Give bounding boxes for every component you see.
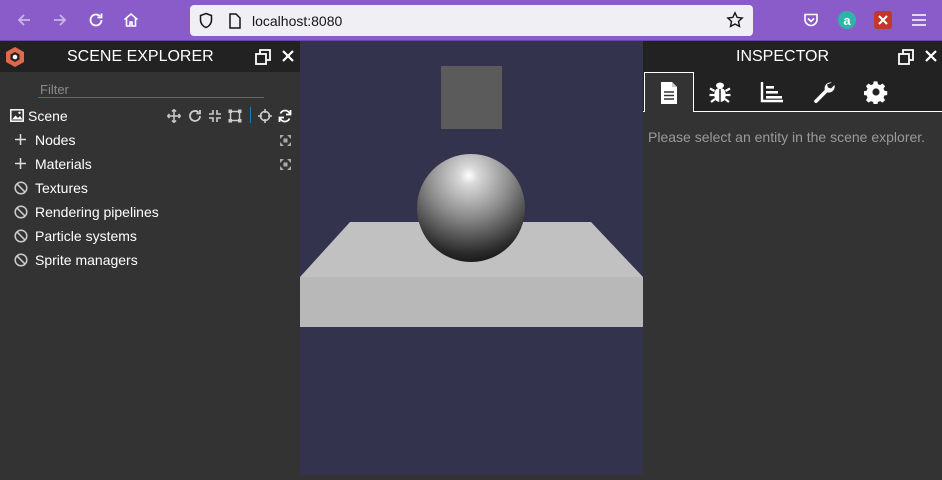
home-icon [123,12,139,27]
tree-item-label: Nodes [35,132,76,148]
rotate-gizmo-icon[interactable] [188,109,202,123]
scene-root-row[interactable]: Scene [10,107,295,125]
tree-item-label: Rendering pipelines [35,204,159,220]
filter-input[interactable] [38,81,264,98]
tab-tools[interactable] [799,72,849,112]
inspector-panel: INSPECTOR Please select an entity in the… [643,41,942,475]
bar-chart-icon [760,82,783,103]
address-bar[interactable]: localhost:8080 [190,5,753,36]
pocket-icon [804,13,818,27]
home-button[interactable] [117,6,145,34]
page-icon [229,13,241,29]
tree-item-textures[interactable]: Textures [14,179,296,197]
reload-icon [89,13,103,27]
plus-icon [15,158,26,169]
tree-item-label: Textures [35,180,88,196]
inspector-header: INSPECTOR [643,41,942,72]
arrow-right-icon [54,14,67,26]
crosshair-picker-icon[interactable] [258,109,272,123]
extension-a-icon: a [838,11,856,29]
tree-item-nodes[interactable]: Nodes [14,131,296,149]
tree-item-label: Particle systems [35,228,137,244]
tree-item-label: Sprite managers [35,252,138,268]
expand-all-icon[interactable] [279,158,292,171]
reload-button[interactable] [82,6,110,34]
expand-all-icon[interactable] [279,134,292,147]
extension-a-button[interactable]: a [833,6,861,34]
close-icon[interactable] [281,49,295,63]
tree-item-label: Materials [35,156,92,172]
plus-icon [15,134,26,145]
inspector-title: INSPECTOR [736,48,830,65]
sphere-mesh[interactable] [417,154,525,262]
back-button[interactable] [10,6,38,34]
scene-label: Scene [28,108,68,124]
extension-icon [874,11,892,29]
scene-explorer-title: SCENE EXPLORER [67,48,214,65]
tree-item-rendering-pipelines[interactable]: Rendering pipelines [14,203,296,221]
disabled-icon [14,253,28,267]
inspector-tabs [643,72,942,112]
image-icon [10,109,24,122]
refresh-icon[interactable] [278,109,292,123]
tab-settings[interactable] [851,72,901,112]
translate-gizmo-icon[interactable] [167,109,181,123]
popout-icon[interactable] [255,49,271,65]
tree-item-particle-systems[interactable]: Particle systems [14,227,296,245]
render-viewport[interactable] [300,41,643,475]
file-document-icon [661,81,677,104]
arrow-left-icon [17,14,30,26]
tree-item-materials[interactable]: Materials [14,155,296,173]
tab-properties[interactable] [644,72,694,112]
close-icon[interactable] [924,49,938,63]
toolbar-separator [250,107,251,123]
tree-item-sprite-managers[interactable]: Sprite managers [14,251,296,269]
babylon-logo-icon [6,47,24,67]
bookmark-star-icon[interactable] [726,11,744,29]
forward-button[interactable] [46,6,74,34]
empty-selection-message: Please select an entity in the scene exp… [648,129,926,145]
shield-icon [199,12,213,29]
url-text: localhost:8080 [252,13,343,29]
tab-debug[interactable] [695,72,745,112]
gear-icon [864,81,888,104]
hamburger-menu-icon [912,14,926,26]
browser-toolbar: localhost:8080 a [0,0,942,41]
extension-button[interactable] [869,6,897,34]
bounding-box-gizmo-icon[interactable] [228,109,242,123]
disabled-icon [14,181,28,195]
disabled-icon [14,229,28,243]
ground-plane-front [300,277,643,327]
wrench-icon [814,82,835,104]
scale-gizmo-icon[interactable] [208,109,222,123]
menu-button[interactable] [905,6,933,34]
pocket-button[interactable] [797,6,825,34]
bug-icon [709,82,731,103]
disabled-icon [14,205,28,219]
scene-render [300,66,643,327]
box-mesh[interactable] [441,66,502,129]
scene-explorer-header: SCENE EXPLORER [0,41,300,72]
tab-statistics[interactable] [747,72,797,112]
popout-icon[interactable] [898,49,914,65]
scene-explorer-panel: SCENE EXPLORER Scene [0,41,300,475]
